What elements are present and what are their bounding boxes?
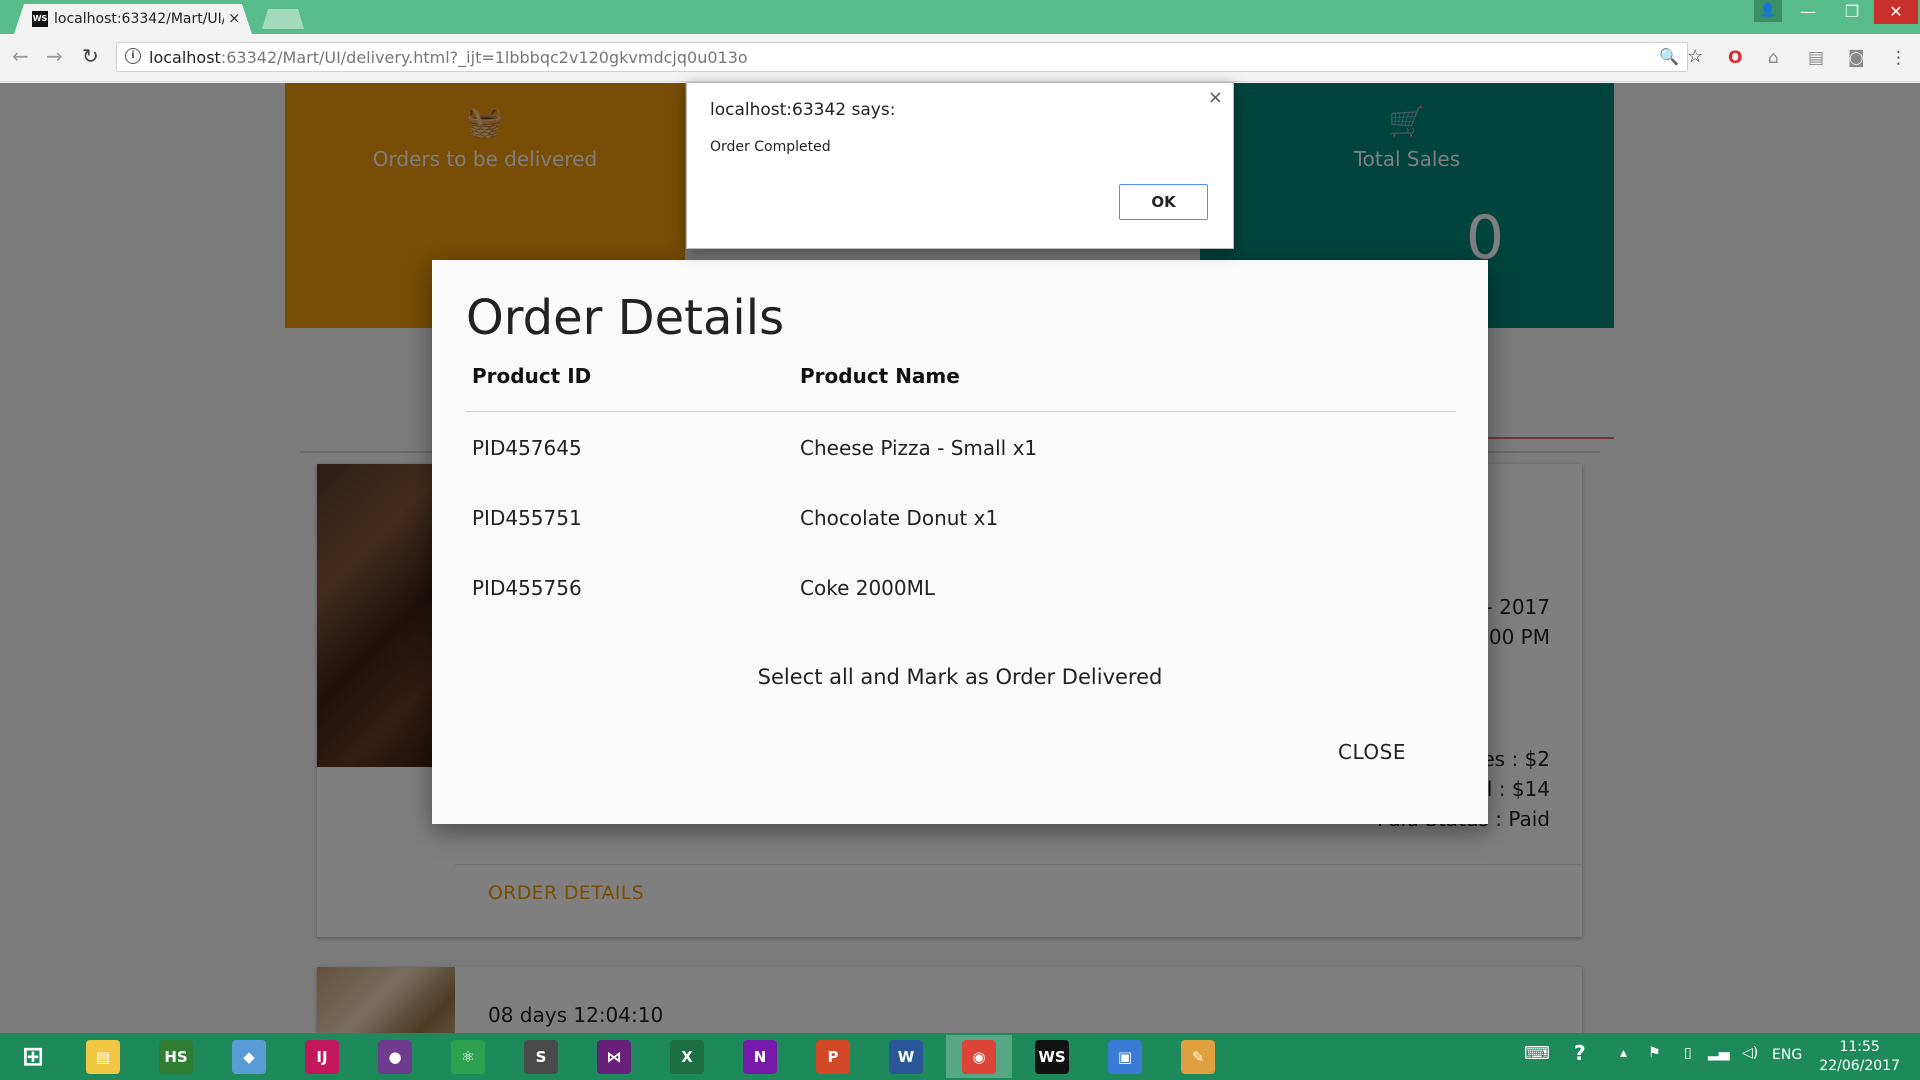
table-row[interactable]: PID455756 Coke 2000ML [466, 552, 1456, 622]
taskbar-app-atom[interactable]: ⚛ [435, 1035, 501, 1078]
close-window-button[interactable]: ✕ [1874, 0, 1918, 24]
browser-toolbar: ← → ↻ i localhost:63342/Mart/UI/delivery… [0, 34, 1920, 82]
user-profile-icon[interactable]: 👤 [1754, 0, 1782, 22]
product-name-cell: Coke 2000ML [800, 576, 936, 600]
minimize-button[interactable]: — [1786, 0, 1830, 24]
taskbar-app-onenote[interactable]: N [727, 1035, 793, 1078]
back-arrow-icon[interactable]: ← [12, 44, 29, 68]
taskbar-app-github[interactable]: ● [362, 1035, 428, 1078]
js-alert-dialog: localhost:63342 says: Order Completed × … [686, 82, 1234, 249]
sublime-icon: S [524, 1039, 558, 1074]
table-row[interactable]: PID455751 Chocolate Donut x1 [466, 482, 1456, 552]
atom-icon: ⚛ [451, 1039, 485, 1074]
modal-title: Order Details [466, 290, 785, 346]
keyboard-icon[interactable]: ⌨ [1524, 1043, 1550, 1064]
windows-logo-icon: ⊞ [22, 1041, 44, 1072]
close-modal-button[interactable]: CLOSE [1338, 740, 1406, 764]
language-indicator[interactable]: ENG [1772, 1047, 1802, 1063]
taskbar-app-box[interactable]: ◆ [216, 1035, 282, 1078]
taskbar-app-paint[interactable]: ✎ [1165, 1035, 1231, 1078]
windows-taskbar: ⊞ ▤ HS ◆ IJ ● ⚛ S ⋈ X N P W ◉ WS ▣ ✎ ⌨ ? ▴ ⚑ ▯ ▂▄ ◁) EN… [0, 1033, 1920, 1080]
webstorm-icon: WS [1035, 1039, 1069, 1074]
pdf-extension-icon[interactable]: ▤ [1808, 48, 1824, 68]
signal-icon[interactable]: ▂▄ [1708, 1045, 1730, 1061]
bookmark-star-icon[interactable]: ☆ [1687, 46, 1703, 67]
maximize-button[interactable]: ❐ [1830, 0, 1874, 24]
network-icon[interactable]: ⚑ [1648, 1045, 1661, 1061]
taskbar-app-intellij[interactable]: IJ [289, 1035, 355, 1078]
order-details-modal: Order Details Product ID Product Name PI… [432, 260, 1488, 824]
paint-icon: ✎ [1181, 1039, 1215, 1074]
clock-time: 11:55 [1839, 1039, 1880, 1055]
browser-tab[interactable]: WS localhost:63342/Mart/UI/ × [14, 4, 252, 34]
address-bar[interactable]: i localhost:63342/Mart/UI/delivery.html?… [116, 42, 1703, 72]
taskbar-app-powerpoint[interactable]: P [800, 1035, 866, 1078]
visual-studio-icon: ⋈ [597, 1039, 631, 1074]
taskbar-app-hs[interactable]: HS [143, 1035, 209, 1078]
url-host: localhost [149, 48, 221, 67]
chrome-icon: ◉ [962, 1039, 996, 1074]
table-row[interactable]: PID457645 Cheese Pizza - Small x1 [466, 412, 1456, 482]
box-icon: ◆ [232, 1039, 266, 1074]
start-button[interactable]: ⊞ [0, 1035, 66, 1078]
onenote-icon: N [743, 1039, 777, 1074]
powerpoint-icon: P [816, 1039, 850, 1074]
volume-icon[interactable]: ◁) [1742, 1045, 1758, 1061]
product-id-cell: PID455756 [472, 576, 582, 600]
system-clock[interactable]: 11:55 22/06/2017 [1819, 1038, 1900, 1076]
new-tab-button[interactable] [262, 9, 304, 29]
excel-icon: X [670, 1039, 704, 1074]
products-table: Product ID Product Name PID457645 Cheese… [466, 340, 1456, 622]
product-name-cell: Cheese Pizza - Small x1 [800, 436, 1038, 460]
tab-title: localhost:63342/Mart/UI/ [54, 11, 224, 27]
column-header-product-name: Product Name [800, 364, 960, 388]
extension-icon[interactable]: ⌂ [1768, 48, 1779, 68]
url-text[interactable]: localhost:63342/Mart/UI/delivery.html?_i… [149, 48, 748, 67]
zoom-icon[interactable]: 🔍 [1659, 47, 1679, 66]
tray-expand-icon[interactable]: ▴ [1620, 1045, 1627, 1061]
taskbar-app-file-explorer[interactable]: ▤ [70, 1035, 136, 1078]
taskbar-app-chrome[interactable]: ◉ [946, 1035, 1012, 1078]
word-icon: W [889, 1039, 923, 1074]
taskbar-app-webstorm[interactable]: WS [1019, 1035, 1085, 1078]
alert-title: localhost:63342 says: [710, 100, 896, 120]
taskbar-app-visual-studio[interactable]: ⋈ [581, 1035, 647, 1078]
hs-icon: HS [159, 1039, 193, 1074]
product-id-cell: PID457645 [472, 436, 582, 460]
product-id-cell: PID455751 [472, 506, 582, 530]
alert-message: Order Completed [710, 139, 831, 155]
mark-delivered-hint: Select all and Mark as Order Delivered [757, 665, 1163, 689]
reload-icon[interactable]: ↻ [82, 44, 99, 68]
taskbar-app-word[interactable]: W [873, 1035, 939, 1078]
photos-icon: ▣ [1108, 1039, 1142, 1074]
webstorm-favicon-icon: WS [32, 11, 48, 27]
tab-close-icon[interactable]: × [228, 9, 241, 27]
table-header: Product ID Product Name [466, 340, 1456, 412]
file-explorer-icon: ▤ [86, 1039, 120, 1074]
menu-kebab-icon[interactable]: ⋮ [1890, 48, 1907, 68]
intellij-icon: IJ [305, 1039, 339, 1074]
alert-close-icon[interactable]: × [1208, 87, 1223, 108]
site-info-icon[interactable]: i [125, 48, 141, 64]
battery-icon[interactable]: ▯ [1684, 1045, 1692, 1061]
clock-date: 22/06/2017 [1819, 1058, 1900, 1074]
github-icon: ● [378, 1039, 412, 1074]
url-path: :63342/Mart/UI/delivery.html?_ijt=1lbbbq… [220, 48, 748, 67]
forward-arrow-icon[interactable]: → [46, 44, 63, 68]
opera-extension-icon[interactable]: O [1728, 48, 1742, 68]
browser-titlebar: WS localhost:63342/Mart/UI/ × 👤 — ❐ ✕ [0, 0, 1920, 34]
alert-ok-button[interactable]: OK [1119, 184, 1208, 220]
product-name-cell: Chocolate Donut x1 [800, 506, 999, 530]
column-header-product-id: Product ID [472, 364, 592, 388]
taskbar-app-photos[interactable]: ▣ [1092, 1035, 1158, 1078]
taskbar-app-sublime[interactable]: S [508, 1035, 574, 1078]
camera-extension-icon[interactable]: ◙ [1848, 48, 1865, 68]
taskbar-app-excel[interactable]: X [654, 1035, 720, 1078]
help-icon[interactable]: ? [1574, 1041, 1586, 1065]
